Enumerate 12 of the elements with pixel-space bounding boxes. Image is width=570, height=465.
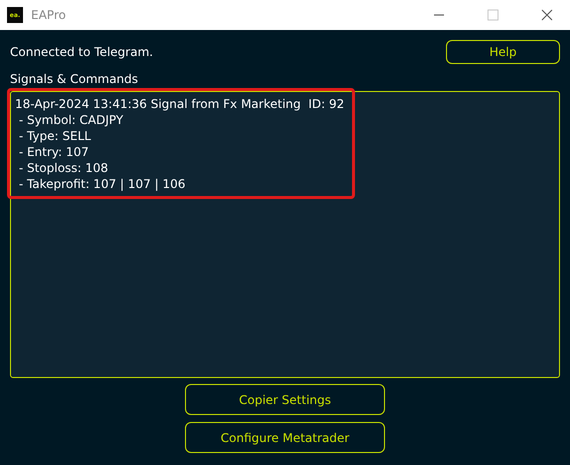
- connection-status: Connected to Telegram.: [10, 45, 154, 59]
- log-line: - Stoploss: 108: [18, 160, 110, 176]
- window-title: EAPro: [31, 8, 67, 22]
- log-label: Signals & Commands: [10, 72, 140, 86]
- log-line: - Symbol: CADJPY: [18, 112, 124, 128]
- action-button[interactable]: Copier Settings: [185, 384, 385, 415]
- log-line: - Takeprofit: 107 | 107 | 106: [18, 176, 186, 192]
- log-line: - Entry: 107: [18, 144, 90, 160]
- action-button[interactable]: Configure Metatrader: [185, 422, 385, 453]
- log-line: - Type: SELL: [18, 128, 92, 144]
- help-button[interactable]: Help: [446, 40, 560, 64]
- log-line: 18-Apr-2024 13:41:36 Signal from Fx Marketing ID: 92: [15, 96, 346, 112]
